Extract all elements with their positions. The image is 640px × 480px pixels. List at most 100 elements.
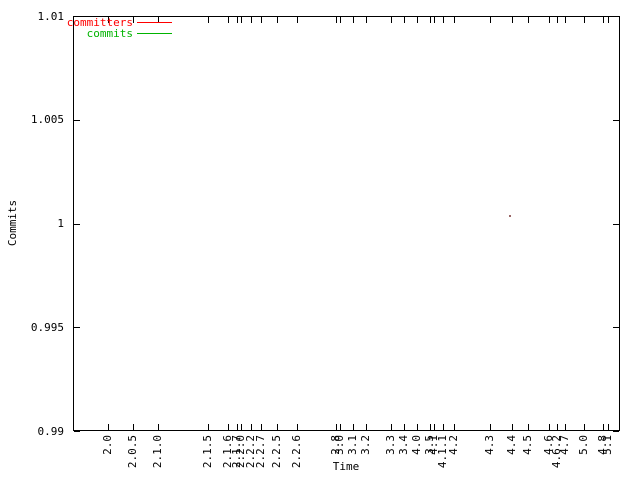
- x-tick-mark: [512, 424, 513, 430]
- x-tick-mark: [417, 424, 418, 430]
- x-tick-mark: [340, 424, 341, 430]
- x-tick-mark: [241, 424, 242, 430]
- x-tick-mark: [228, 424, 229, 430]
- x-tick-label: 3.2: [359, 435, 372, 455]
- x-tick-mark: [208, 424, 209, 430]
- data-point-marker: [509, 215, 511, 217]
- x-tick-mark: [549, 17, 550, 23]
- x-tick-mark: [391, 17, 392, 23]
- plot-area: [73, 16, 620, 431]
- x-tick-mark: [434, 424, 435, 430]
- y-tick-label: 1.005: [30, 113, 64, 127]
- x-tick-mark: [277, 424, 278, 430]
- chart-canvas: Commits Time 1.01 1.005 1 0.995 0.99 2.0 2.0.5…: [0, 0, 640, 480]
- x-tick-label: 2.0.5: [126, 435, 139, 469]
- x-tick-mark: [404, 17, 405, 23]
- x-tick-label: 3.1: [346, 435, 359, 455]
- legend-line-sample: [137, 22, 172, 23]
- x-axis-title: Time: [332, 460, 360, 473]
- y-tick-mark: [74, 119, 80, 121]
- x-tick-label: 3.3: [384, 435, 397, 455]
- x-tick-label: 4.7: [558, 435, 571, 455]
- x-tick-mark: [158, 424, 159, 430]
- x-tick-mark: [512, 17, 513, 23]
- x-tick-mark: [261, 424, 262, 430]
- y-tick-label: 0.99: [37, 424, 65, 438]
- x-tick-mark: [490, 17, 491, 23]
- x-tick-mark: [443, 424, 444, 430]
- x-tick-mark: [608, 424, 609, 430]
- x-tick-mark: [603, 17, 604, 23]
- y-tick-mark: [613, 431, 619, 432]
- x-tick-mark: [340, 17, 341, 23]
- y-tick-mark: [613, 327, 619, 329]
- legend-label: commits: [86, 27, 133, 40]
- x-tick-label: 2.0: [101, 435, 114, 455]
- x-tick-label: 3.4: [397, 435, 410, 455]
- y-tick-label: 1: [57, 217, 64, 230]
- x-tick-mark: [490, 424, 491, 430]
- x-tick-label: 5.1: [601, 435, 614, 455]
- y-tick-label: 0.995: [30, 320, 64, 334]
- x-tick-label: 2.2.5: [270, 435, 283, 469]
- x-tick-mark: [261, 17, 262, 23]
- x-tick-label: 2.1.0: [151, 435, 164, 469]
- x-tick-mark: [277, 17, 278, 23]
- x-tick-mark: [353, 424, 354, 430]
- x-tick-mark: [454, 424, 455, 430]
- x-tick-mark: [208, 17, 209, 23]
- x-tick-mark: [353, 17, 354, 23]
- x-tick-mark: [434, 17, 435, 23]
- legend-line-sample: [137, 33, 172, 34]
- x-tick-mark: [228, 17, 229, 23]
- x-tick-label: 4.0: [410, 435, 423, 455]
- x-tick-mark: [430, 424, 431, 430]
- y-tick-mark: [74, 327, 80, 329]
- x-tick-mark: [108, 424, 109, 430]
- x-tick-mark: [251, 17, 252, 23]
- x-tick-label: 2.2.7: [254, 435, 267, 469]
- x-tick-mark: [133, 17, 134, 23]
- x-tick-mark: [297, 424, 298, 430]
- x-tick-mark: [443, 17, 444, 23]
- x-tick-mark: [336, 17, 337, 23]
- x-tick-mark: [404, 424, 405, 430]
- y-tick-mark: [74, 431, 80, 432]
- x-tick-mark: [565, 17, 566, 23]
- x-tick-mark: [133, 424, 134, 430]
- x-tick-label: 4.2: [447, 435, 460, 455]
- x-tick-label: 2.2.6: [290, 435, 303, 469]
- x-tick-mark: [251, 424, 252, 430]
- x-tick-mark: [237, 424, 238, 430]
- x-tick-mark: [608, 17, 609, 23]
- x-tick-mark: [366, 17, 367, 23]
- x-tick-mark: [454, 17, 455, 23]
- x-tick-mark: [549, 424, 550, 430]
- x-tick-mark: [430, 17, 431, 23]
- x-tick-mark: [366, 424, 367, 430]
- x-tick-mark: [237, 17, 238, 23]
- x-tick-mark: [603, 424, 604, 430]
- x-tick-mark: [557, 17, 558, 23]
- x-tick-label: 4.4: [505, 435, 518, 455]
- x-tick-label: 2.1.5: [201, 435, 214, 469]
- y-tick-mark: [613, 119, 619, 121]
- x-tick-mark: [297, 17, 298, 23]
- x-tick-label: 5.0: [577, 435, 590, 455]
- x-tick-label: 3.0: [333, 435, 346, 455]
- x-tick-label: 4.3: [483, 435, 496, 455]
- x-tick-mark: [241, 17, 242, 23]
- x-tick-label: 4.5: [521, 435, 534, 455]
- x-tick-mark: [528, 17, 529, 23]
- x-tick-mark: [584, 17, 585, 23]
- y-tick-mark: [613, 223, 619, 225]
- x-tick-mark: [391, 424, 392, 430]
- y-tick-mark: [613, 16, 619, 17]
- x-tick-mark: [417, 17, 418, 23]
- x-tick-mark: [557, 424, 558, 430]
- x-tick-mark: [528, 424, 529, 430]
- y-tick-mark: [74, 223, 80, 225]
- x-tick-mark: [584, 424, 585, 430]
- x-tick-mark: [336, 424, 337, 430]
- x-tick-mark: [565, 424, 566, 430]
